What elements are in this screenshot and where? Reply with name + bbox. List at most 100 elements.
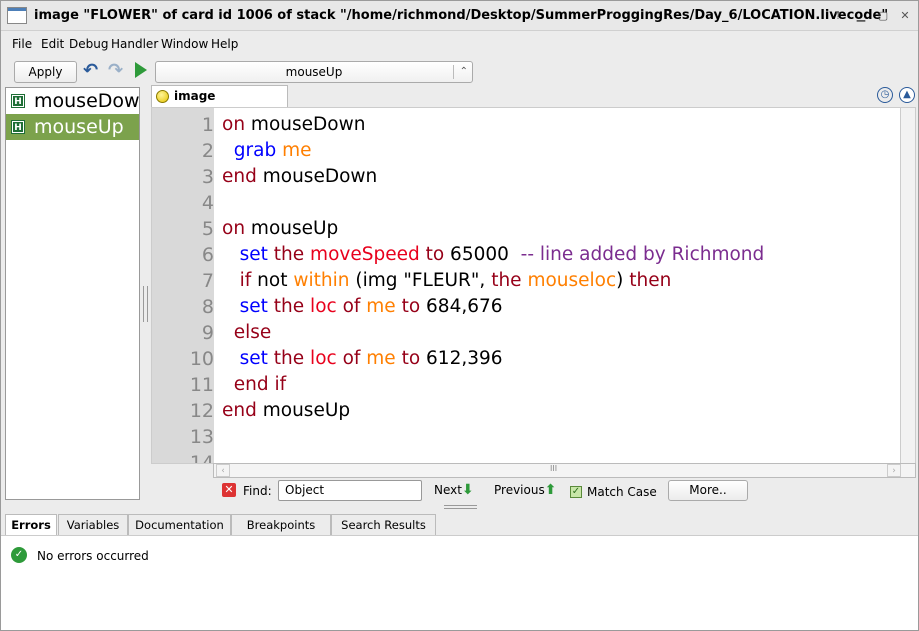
handler-select-value: mouseUp [285,65,343,79]
handler-list: HmouseDown HmouseUp [5,87,140,500]
menu-handler[interactable]: Handler [111,37,158,51]
code-token: on [222,218,246,239]
code-token: moveSpeed [304,244,420,265]
handler-icon: H [11,120,25,134]
code-token: end if [222,374,287,395]
line-number: 7 [201,270,214,292]
code-token: me [276,140,312,161]
redo-icon[interactable]: ↷ [108,60,123,81]
close-find-icon[interactable]: ✕ [222,483,236,497]
tab-documentation[interactable]: Documentation [128,514,231,536]
match-case-checkbox[interactable]: ✓ [570,486,582,498]
menu-edit[interactable]: Edit [41,37,64,51]
collapse-up-icon[interactable]: ▲ [899,87,915,103]
editor-tab[interactable]: image "FLOWER" [151,85,288,124]
arrow-up-icon: ⬆ [544,482,557,498]
code-line: end if [222,374,286,395]
code-line: end mouseDown [222,166,377,187]
keep-above-button[interactable]: ⇡ [830,8,846,24]
code-token: of [336,348,361,369]
check-circle-icon: ✓ [11,547,27,563]
code-token: mouseDown [245,114,366,135]
code-token: loc [304,296,337,317]
handler-label: mouseDown [34,90,140,112]
undo-icon[interactable]: ↶ [83,60,98,81]
horizontal-scrollbar[interactable]: ‹ III › [213,463,916,478]
handler-item-mousedown[interactable]: HmouseDown [6,88,139,114]
code-line: set the loc of me to 612,396 [222,348,503,369]
handler-select[interactable]: mouseUp ⌃ [155,61,473,83]
tab-variables[interactable]: Variables [58,514,128,536]
code-token: to [395,296,421,317]
scroll-right-icon[interactable]: › [887,464,901,477]
handler-icon: H [11,94,25,108]
code-token: end [222,400,257,421]
more-button[interactable]: More.. [668,480,748,501]
minimize-button[interactable]: ▁ [853,8,869,24]
menu-bar: File Edit Debug Handler Window Help [1,32,918,56]
tab-breakpoints[interactable]: Breakpoints [231,514,331,536]
pane-splitter[interactable] [143,286,148,322]
chevron-updown-icon: ⌃ [459,66,468,77]
code-token: then [629,270,672,291]
tab-errors[interactable]: Errors [5,514,57,537]
vertical-scrollbar[interactable] [900,108,915,463]
code-line: set the loc of me to 684,676 [222,296,503,317]
code-line: end mouseUp [222,400,350,421]
panel-resize-handle[interactable] [444,505,477,509]
line-number: 8 [201,296,214,318]
find-label: Find: [243,484,272,498]
apply-button[interactable]: Apply [14,61,77,83]
code-token: not [251,270,294,291]
object-status-icon [156,90,169,103]
line-number: 14 [189,452,214,464]
code-line: else [222,322,272,343]
find-input[interactable]: Object [278,480,422,501]
code-token: mouseUp [256,400,351,421]
code-token: me [360,348,396,369]
app-icon [7,7,27,24]
code-token: the [491,270,522,291]
line-number: 12 [189,400,214,422]
maximize-button[interactable]: ▢ [875,8,891,24]
errors-message: No errors occurred [37,549,149,563]
code-token: 612,396 [420,348,503,369]
next-label: Next [434,483,462,497]
code-token: mouseDown [256,166,378,187]
menu-debug[interactable]: Debug [69,37,108,51]
handler-item-mouseup[interactable]: HmouseUp [6,114,139,140]
code-line: set the moveSpeed to 65000 -- line added… [222,244,765,265]
code-token: the [267,348,305,369]
close-button[interactable]: ✕ [897,8,913,24]
code-token: loc [304,348,337,369]
find-next-button[interactable]: Next⬇ [434,482,474,498]
arrow-down-icon: ⬇ [461,482,474,498]
code-token: grab [222,140,277,161]
line-number: 3 [201,166,214,188]
code-token: of [336,296,361,317]
clock-icon[interactable]: ◷ [877,87,893,103]
code-token: mouseloc [521,270,617,291]
menu-window[interactable]: Window [161,37,208,51]
line-number: 2 [201,140,214,162]
code-line: grab me [222,140,312,161]
code-token: set [222,244,268,265]
line-number: 5 [201,218,214,240]
code-token: set [222,296,268,317]
find-previous-button[interactable]: Previous⬆ [494,482,556,498]
code-token: set [222,348,268,369]
line-number: 9 [201,322,214,344]
scroll-left-icon[interactable]: ‹ [216,464,230,477]
tab-search-results[interactable]: Search Results [331,514,436,536]
code-token: else [222,322,272,343]
menu-file[interactable]: File [12,37,32,51]
code-line: on mouseUp [222,218,338,239]
code-token: within [293,270,350,291]
code-token: on [222,114,246,135]
menu-help[interactable]: Help [211,37,238,51]
line-number: 10 [189,348,214,370]
run-icon[interactable] [135,62,147,78]
scroll-thumb-grip[interactable]: III [550,464,557,473]
script-editor[interactable]: 1 2 3 4 5 6 7 8 9 10 11 12 13 14 on mouseDown grab me… [151,107,916,464]
line-number: 6 [201,244,214,266]
